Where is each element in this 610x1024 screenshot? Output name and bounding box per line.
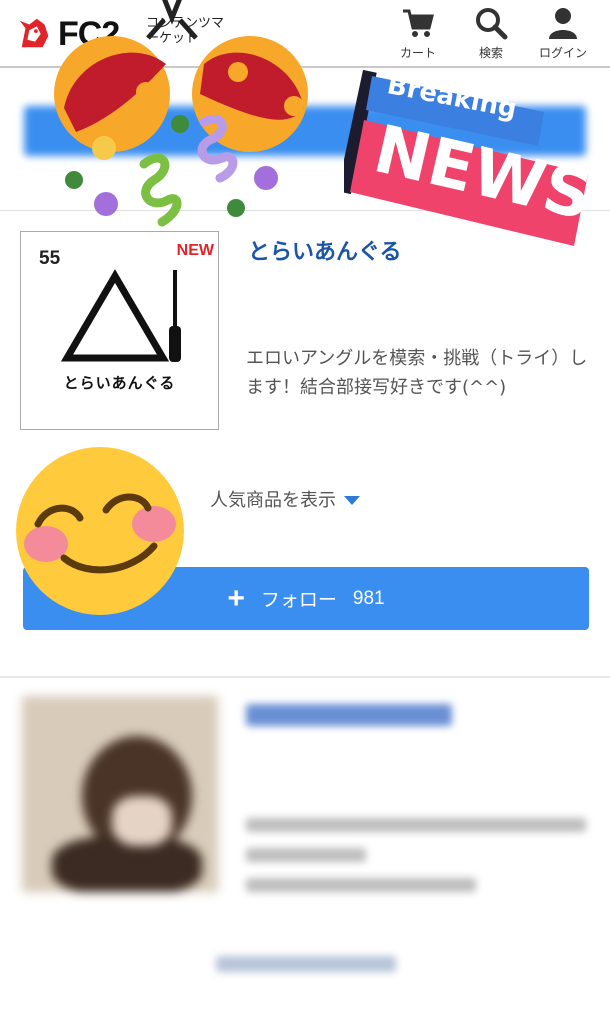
blurred-product-title[interactable]	[246, 704, 452, 726]
search-button[interactable]: 検索	[461, 6, 521, 64]
blurred-text-line	[246, 878, 476, 892]
cart-icon	[403, 9, 434, 37]
triangle-logo	[60, 269, 181, 362]
blurred-more-link[interactable]	[216, 956, 396, 972]
plus-icon: +	[227, 581, 245, 615]
search-label: 検索	[478, 46, 503, 60]
login-label: ログイン	[538, 46, 587, 60]
fc2-unicorn-icon	[19, 18, 49, 48]
login-button[interactable]: ログイン	[533, 6, 593, 64]
popular-items-toggle[interactable]: 人気商品を表示	[210, 486, 360, 512]
cart-button[interactable]: カート	[388, 6, 448, 64]
caret-down-icon	[344, 496, 360, 505]
thumbnail-caption: とらいあんぐる	[63, 374, 176, 392]
breaking-news-sticker: Breaking NEWS	[344, 70, 598, 246]
divider	[0, 676, 610, 678]
follow-label: フォロー	[260, 590, 337, 611]
user-icon	[549, 8, 577, 39]
shop-thumbnail[interactable]: 55 NEW とらいあんぐる	[20, 231, 219, 430]
search-icon	[476, 8, 508, 40]
page: FC2 コンテンツマーケット カート 検索 ログイン 55 NEW とらいあんぐ…	[0, 0, 610, 1024]
party-popper-sticker	[54, 0, 308, 227]
popular-items-label: 人気商品を表示	[210, 490, 336, 511]
blurred-text-line	[246, 848, 366, 862]
follower-count: 981	[352, 587, 385, 609]
blurred-text-line	[246, 818, 586, 832]
cart-label: カート	[399, 46, 436, 60]
smiling-face-emoji	[16, 447, 184, 615]
shop-description: エロいアングルを模索・挑戦（トライ）します！結合部接写好きです(^^)	[246, 348, 588, 398]
blurred-product-image[interactable]	[22, 696, 218, 892]
